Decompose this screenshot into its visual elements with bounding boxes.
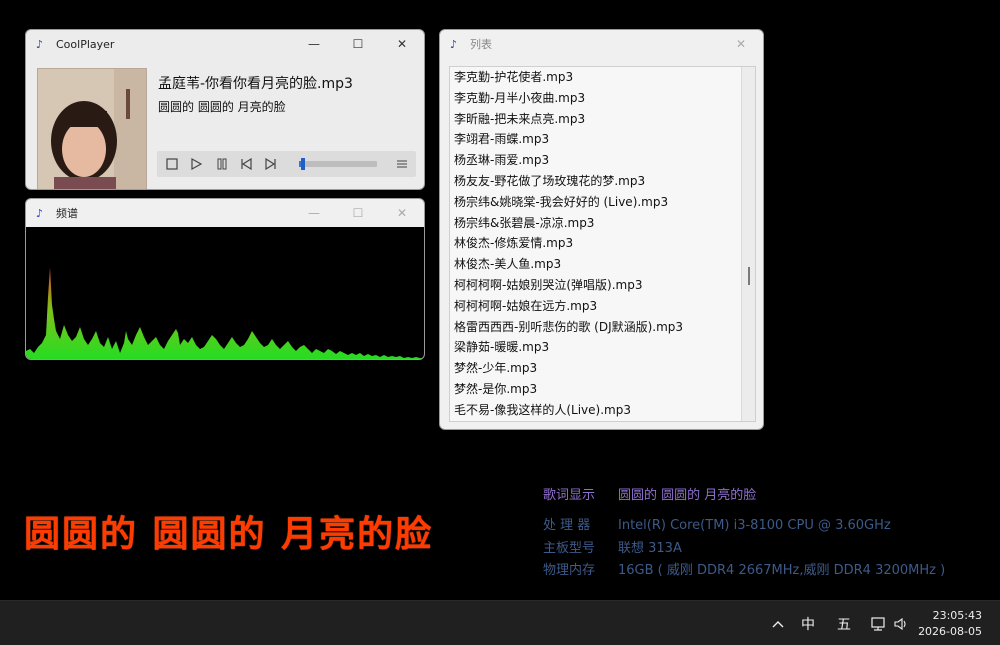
album-cover bbox=[37, 68, 147, 189]
player-titlebar[interactable]: ♪ CoolPlayer — ☐ ✕ bbox=[26, 30, 424, 58]
play-icon[interactable] bbox=[187, 155, 205, 173]
playlist-window-title: 列表 bbox=[470, 38, 492, 51]
spectrum-window-title: 频谱 bbox=[56, 207, 78, 220]
playlist-item[interactable]: 柯柯柯啊-姑娘在远方.mp3 bbox=[450, 296, 755, 317]
playlist-item[interactable]: 李克勤-月半小夜曲.mp3 bbox=[450, 88, 755, 109]
progress-thumb[interactable] bbox=[300, 158, 305, 170]
minimize-button[interactable]: — bbox=[292, 199, 336, 227]
playlist-item[interactable]: 杨丞琳-雨爱.mp3 bbox=[450, 150, 755, 171]
stop-icon[interactable] bbox=[163, 155, 181, 173]
desktop-lyric: 圆圆的 圆圆的 月亮的脸 bbox=[24, 514, 434, 555]
music-note-icon: ♪ bbox=[36, 37, 44, 51]
playlist-item[interactable]: 杨宗纬&姚晓棠-我会好好的 (Live).mp3 bbox=[450, 192, 755, 213]
playlist-item[interactable]: 李翊君-雨蝶.mp3 bbox=[450, 129, 755, 150]
next-track-icon[interactable] bbox=[262, 155, 280, 173]
playlist-item[interactable]: 李昕融-把未来点亮.mp3 bbox=[450, 109, 755, 130]
ime-mode-indicator[interactable]: 五 bbox=[833, 601, 855, 645]
lyric-info-label: 歌词显示 bbox=[543, 488, 596, 503]
playlist-item[interactable]: 梦然-少年.mp3 bbox=[450, 358, 755, 379]
playlist-item[interactable]: 杨友友-野花做了场玫瑰花的梦.mp3 bbox=[450, 171, 755, 192]
now-playing-lyric: 圆圆的 圆圆的 月亮的脸 bbox=[158, 100, 286, 114]
playlist-items: 李克勤-护花使者.mp3 李克勤-月半小夜曲.mp3 李昕融-把未来点亮.mp3 李翊… bbox=[450, 67, 755, 421]
playlist-window: ♪ 列表 ✕ 李克勤-护花使者.mp3 李克勤-月半小夜曲.mp3 李昕融-把未来点… bbox=[439, 29, 764, 430]
taskbar-clock[interactable]: 23:05:43 2026-08-05 bbox=[918, 608, 982, 640]
memory-value: 16GB ( 威刚 DDR4 2667MHz,威刚 DDR4 3200MHz ) bbox=[618, 563, 946, 578]
playlist-listbox[interactable]: 李克勤-护花使者.mp3 李克勤-月半小夜曲.mp3 李昕融-把未来点亮.mp3 李翊… bbox=[449, 66, 756, 422]
tray-expand-icon[interactable] bbox=[768, 601, 788, 645]
cpu-value: Intel(R) Core(TM) i3-8100 CPU @ 3.60GHz bbox=[618, 518, 891, 533]
clock-date: 2026-08-05 bbox=[918, 625, 982, 638]
menu-icon[interactable] bbox=[393, 155, 411, 173]
spectrum-waveform bbox=[26, 267, 424, 359]
board-info-row: 主板型号 联想 313A bbox=[543, 537, 682, 556]
playlist-item[interactable]: 柯柯柯啊-姑娘别哭泣(弹唱版).mp3 bbox=[450, 275, 755, 296]
playlist-item[interactable]: 李克勤-护花使者.mp3 bbox=[450, 67, 755, 88]
taskbar: 中 五 23:05:43 2026-08-05 bbox=[0, 600, 1000, 645]
playlist-item[interactable]: 林俊杰-美人鱼.mp3 bbox=[450, 254, 755, 275]
maximize-button[interactable]: ☐ bbox=[336, 199, 380, 227]
lyric-info-row: 歌词显示 圆圆的 圆圆的 月亮的脸 bbox=[543, 484, 756, 503]
spectrum-titlebar[interactable]: ♪ 频谱 — ☐ ✕ bbox=[26, 199, 424, 227]
maximize-button[interactable]: ☐ bbox=[336, 30, 380, 58]
previous-track-icon[interactable] bbox=[237, 155, 255, 173]
spectrum-window: ♪ 频谱 — ☐ ✕ bbox=[25, 198, 425, 360]
spectrum-visualizer bbox=[26, 227, 424, 359]
playlist-item[interactable]: 毛不易-像我这样的人(Live).mp3 bbox=[450, 400, 755, 421]
cpu-info-row: 处 理 器 Intel(R) Core(TM) i3-8100 CPU @ 3.6… bbox=[543, 514, 891, 533]
player-window: ♪ CoolPlayer — ☐ ✕ 孟庭苇-你看你看月亮的脸.mp3 圆圆的 … bbox=[25, 29, 425, 190]
clock-time: 23:05:43 bbox=[932, 609, 982, 622]
close-button[interactable]: ✕ bbox=[380, 30, 424, 58]
minimize-button[interactable]: — bbox=[292, 30, 336, 58]
playlist-titlebar[interactable]: ♪ 列表 ✕ bbox=[440, 30, 763, 58]
ime-language-indicator[interactable]: 中 bbox=[797, 601, 819, 645]
playlist-item[interactable]: 梁静茹-暖暖.mp3 bbox=[450, 337, 755, 358]
playlist-item[interactable]: 梦然-是你.mp3 bbox=[450, 379, 755, 400]
playlist-item[interactable]: 林俊杰-修炼爱情.mp3 bbox=[450, 233, 755, 254]
music-note-icon: ♪ bbox=[450, 37, 458, 51]
playlist-scrollbar[interactable] bbox=[741, 67, 755, 421]
progress-bar[interactable] bbox=[299, 158, 377, 170]
music-note-icon: ♪ bbox=[36, 206, 44, 220]
now-playing-title: 孟庭苇-你看你看月亮的脸.mp3 bbox=[158, 76, 353, 92]
player-window-title: CoolPlayer bbox=[56, 37, 115, 51]
board-label: 主板型号 bbox=[543, 541, 596, 556]
pause-icon[interactable] bbox=[213, 155, 231, 173]
network-icon[interactable] bbox=[868, 601, 890, 645]
scrollbar-thumb[interactable] bbox=[748, 267, 750, 285]
cpu-label: 处 理 器 bbox=[543, 518, 591, 533]
memory-label: 物理内存 bbox=[543, 563, 596, 578]
memory-info-row: 物理内存 16GB ( 威刚 DDR4 2667MHz,威刚 DDR4 3200M… bbox=[543, 559, 945, 578]
player-controls bbox=[157, 151, 416, 177]
close-button[interactable]: ✕ bbox=[719, 30, 763, 58]
volume-icon[interactable] bbox=[890, 601, 912, 645]
lyric-info-value: 圆圆的 圆圆的 月亮的脸 bbox=[618, 488, 757, 503]
playlist-item[interactable]: 杨宗纬&张碧晨-凉凉.mp3 bbox=[450, 213, 755, 234]
close-button[interactable]: ✕ bbox=[380, 199, 424, 227]
board-value: 联想 313A bbox=[618, 541, 682, 556]
playlist-item[interactable]: 格雷西西西-别听悲伤的歌 (DJ默涵版).mp3 bbox=[450, 317, 755, 338]
